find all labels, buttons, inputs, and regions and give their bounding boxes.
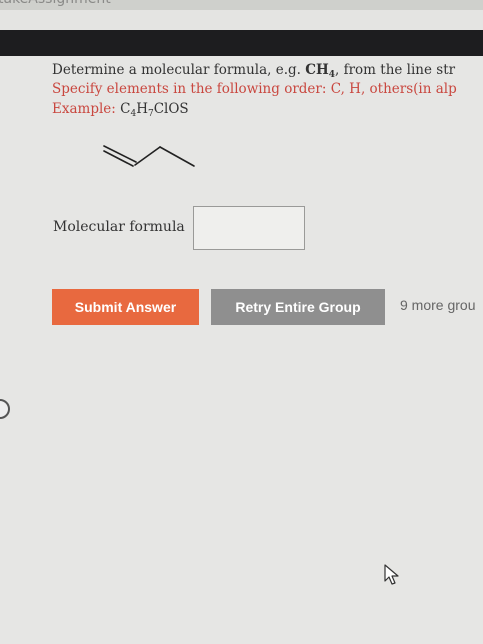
element-order-instruction: Specify elements in the following order:… [52, 81, 457, 97]
molecular-formula-input[interactable] [193, 206, 305, 250]
browser-url-fragment[interactable]: takeAssignment [0, 0, 111, 7]
mouse-pointer-icon [384, 564, 399, 585]
browser-tab-strip[interactable]: takeAssignment [0, 0, 483, 10]
molecular-formula-label: Molecular formula [53, 219, 185, 235]
retry-entire-group-button[interactable]: Retry Entire Group [211, 289, 385, 325]
example-formula-ch4: CH4 [305, 62, 336, 80]
more-groups-text: 9 more grou [400, 297, 476, 313]
question-instruction: Determine a molecular formula, e.g. CH4,… [52, 62, 456, 80]
example-instruction: Example: C4H7ClOS [52, 101, 189, 119]
example-formula: C4H7ClOS [120, 101, 189, 119]
app-header-bar [0, 30, 483, 56]
line-structure-molecule [103, 145, 195, 167]
submit-answer-button[interactable]: Submit Answer [52, 289, 199, 325]
question-panel [0, 56, 483, 644]
